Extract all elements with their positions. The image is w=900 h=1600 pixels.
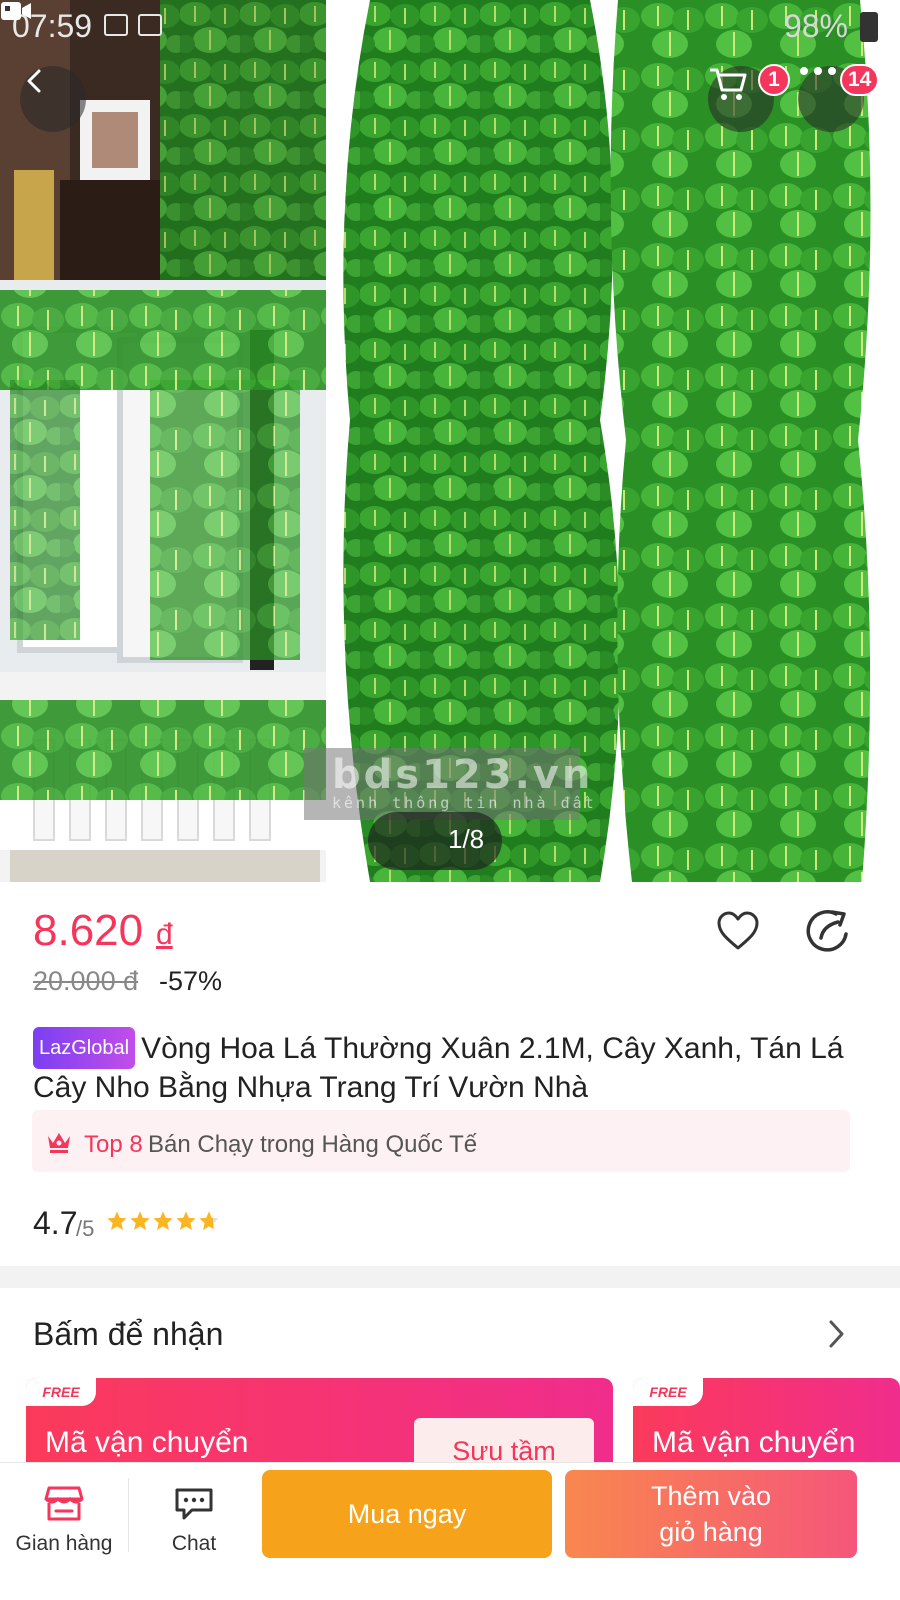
- star-icon: [176, 1211, 196, 1230]
- rating-value: 4.7: [33, 1205, 78, 1241]
- watermark-text: bds123.vn: [332, 752, 594, 798]
- chat-tab[interactable]: Chat: [130, 1462, 258, 1574]
- section-divider: [0, 1266, 900, 1288]
- notification-icons: [104, 14, 162, 36]
- rating-max: /5: [76, 1216, 95, 1241]
- currency-symbol: đ: [156, 918, 173, 951]
- free-tag: FREE: [633, 1378, 703, 1406]
- cart-icon: [710, 68, 747, 100]
- product-page: 07:59 98% 1 14 bds123.vn kênh thông tin …: [0, 0, 900, 1600]
- rank-position: Top 8: [84, 1131, 143, 1158]
- star-icon: [130, 1211, 150, 1230]
- tab-divider: [128, 1478, 129, 1552]
- back-button[interactable]: [20, 66, 86, 132]
- chevron-left-icon: [27, 69, 41, 93]
- lazglobal-badge: LazGlobal: [33, 1027, 136, 1069]
- video-camera-icon[interactable]: [0, 0, 32, 22]
- cart-count-badge: 1: [758, 64, 790, 96]
- voucher-name: Mã vận chuyển: [45, 1426, 249, 1459]
- original-price: 20.000 đ: [33, 966, 139, 996]
- message-count-badge: 14: [840, 64, 880, 96]
- product-title: LazGlobal Vòng Hoa Lá Thường Xuân 2.1M, C…: [33, 1027, 863, 1107]
- chat-icon: [175, 1488, 213, 1520]
- star-icon: [199, 1211, 219, 1230]
- buy-now-button[interactable]: Mua ngay: [262, 1470, 552, 1558]
- product-image-gallery[interactable]: 07:59 98% 1 14 bds123.vn kênh thông tin …: [0, 0, 900, 882]
- image-notification-icon: [104, 14, 128, 36]
- share-icon[interactable]: [806, 908, 850, 954]
- discount-percent: -57%: [159, 966, 223, 996]
- status-bar: 07:59 98%: [0, 0, 900, 52]
- free-tag: FREE: [26, 1378, 96, 1406]
- collect-voucher-button[interactable]: Sưu tầm: [414, 1418, 594, 1468]
- rank-description: Bán Chạy trong Hàng Quốc Tế: [148, 1131, 478, 1158]
- current-price: 8.620: [33, 906, 144, 955]
- voucher-section-title: Bấm để nhận: [33, 1316, 224, 1352]
- chevron-right-icon[interactable]: [822, 1318, 850, 1350]
- shop-label: Gian hàng: [15, 1532, 113, 1555]
- shop-tab[interactable]: Gian hàng: [0, 1462, 128, 1574]
- watermark-subtext: kênh thông tin nhà đất: [332, 794, 597, 812]
- chat-label: Chat: [171, 1532, 217, 1555]
- shipping-voucher-card[interactable]: FREE Mã vận chuyển: [633, 1378, 900, 1468]
- store-icon: [44, 1486, 84, 1521]
- gallery-notification-icon: [138, 14, 162, 36]
- add-to-cart-label-line2: giỏ hàng: [659, 1517, 763, 1547]
- image-counter: 1/8: [448, 824, 485, 854]
- star-icon: [153, 1211, 173, 1230]
- star-rating: [106, 1210, 220, 1232]
- star-icon: [107, 1211, 127, 1230]
- more-dots-icon: [800, 67, 836, 75]
- heart-icon[interactable]: [716, 910, 760, 954]
- battery-level: 98%: [783, 8, 848, 44]
- shipping-voucher-card[interactable]: FREE Mã vận chuyển Sưu tầm: [26, 1378, 613, 1468]
- add-to-cart-button[interactable]: Thêm vào giỏ hàng: [565, 1470, 857, 1558]
- product-title-text: Vòng Hoa Lá Thường Xuân 2.1M, Cây Xanh, …: [33, 1032, 844, 1104]
- voucher-name: Mã vận chuyển: [652, 1426, 856, 1459]
- add-to-cart-label-line1: Thêm vào: [650, 1481, 772, 1511]
- crown-icon: [48, 1133, 70, 1153]
- battery-icon: [860, 12, 878, 42]
